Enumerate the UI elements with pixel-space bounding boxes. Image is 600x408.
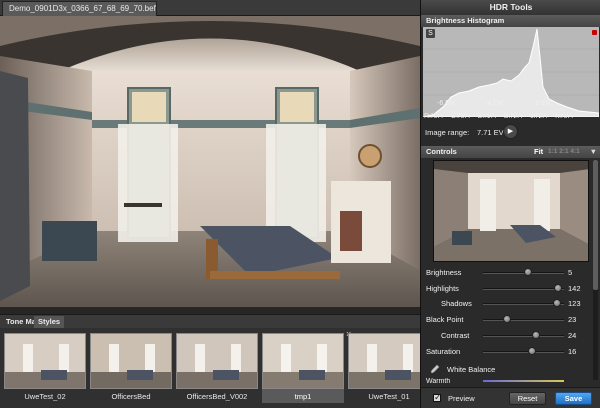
slider-value[interactable]: 16 [568,347,576,356]
slider-track[interactable] [483,288,564,290]
slider-knob[interactable] [552,299,561,307]
bottom-tab-bar: Tone Map Styles [0,314,420,328]
slider-label: Saturation [426,347,461,356]
histogram-title: Brightness Histogram [426,16,505,25]
slider-label: Highlights [426,284,459,293]
slider-label: Brightness [426,268,462,277]
reset-button[interactable]: Reset [509,392,546,405]
slider-saturation: Saturation 16 [421,345,600,361]
thumbnail-label: UweTest_01 [368,392,410,401]
fit-zoom-button[interactable]: Fit [534,146,543,158]
image-range-label: Image range: [425,128,470,137]
slider-track[interactable] [483,319,564,321]
slider-value[interactable]: 5 [568,268,572,277]
preview-label: Preview [448,394,475,403]
slider-black-point: Black Point 23 [421,313,600,329]
controls-header[interactable]: Controls Fit 1:1 2:1 4:1 ▼ [421,146,600,158]
readout-h: h:N/A [555,113,573,120]
slider-label: Warmth [426,378,451,385]
style-thumbnail[interactable]: UweTest_02 [4,333,86,403]
style-thumbnail[interactable]: OfficersBed_V002 [176,333,258,403]
slider-track[interactable] [483,335,564,337]
thumbnail-label: OfficersBed [111,392,151,401]
preview-image [434,161,588,261]
play-button[interactable]: ▶ [503,124,518,139]
document-tab-bar: Demo_0901D3x_0366_67_68_69_70.bef [0,0,420,16]
histogram-header[interactable]: Brightness Histogram [421,15,600,27]
thumbnail-label: tmp1 [294,392,312,401]
thumbnail-image [4,333,86,389]
ev-label: -2 EV [533,100,551,107]
white-balance-label: White Balance [447,365,496,374]
slider-value[interactable]: 23 [568,315,576,324]
slider-track[interactable] [483,351,564,353]
panel-footer: Preview Reset Save [421,387,600,408]
readout-c: c:N/A [530,113,548,120]
chevron-down-icon[interactable]: ▼ [590,146,597,158]
thumbnail-image [90,333,172,389]
slider-track[interactable] [483,303,564,305]
slider-brightness: Brightness 5 [421,266,600,282]
slider-label: Black Point [426,315,464,324]
zoom-options[interactable]: 1:1 2:1 4:1 [548,146,580,158]
clipping-indicator [592,30,597,35]
slider-knob[interactable] [503,315,512,323]
room-photo [0,16,420,307]
warmth-track[interactable] [483,380,564,382]
save-button[interactable]: Save [555,392,592,405]
slider-knob[interactable] [528,347,537,355]
readout-b: B:N/A [477,113,496,120]
histogram-source-badge[interactable]: S [426,29,435,38]
ev-label: -6 EV [437,100,455,107]
ev-label: -4 EV [485,100,503,107]
styles-strip: × UweTest_02 OfficersBed OfficersBed_V00… [0,328,420,408]
image-canvas[interactable] [0,16,420,307]
thumbnail-label: OfficersBed_V002 [186,392,248,401]
preview-checkbox[interactable] [433,392,442,403]
readout-g: G:N/A [450,113,470,120]
style-thumbnail[interactable]: OfficersBed [90,333,172,403]
slider-shadows: Shadows 123 [421,297,600,313]
controls-title: Controls [426,147,457,156]
slider-knob[interactable] [532,331,541,339]
slider-contrast: Contrast 24 [421,329,600,345]
navigator-preview[interactable] [433,160,589,262]
readout-r: R:N/A [424,113,443,120]
slider-value[interactable]: 142 [568,284,581,293]
thumbnail-label: UweTest_02 [24,392,66,401]
white-balance-row[interactable]: White Balance [421,362,600,376]
thumbnail-image [348,333,420,389]
app-window: Demo_0901D3x_0366_67_68_69_70.bef Tone M… [0,0,600,408]
slider-value[interactable]: 123 [568,299,581,308]
tab-styles[interactable]: Styles [34,316,65,328]
pixel-readout: R:N/A G:N/A B:N/A B:N/A c:N/A h:N/A [424,113,600,120]
hdr-tools-panel: HDR Tools Brightness Histogram S -6 EV -… [420,0,600,408]
slider-value[interactable]: 24 [568,331,576,340]
readout-b2: B:N/A [503,113,523,120]
style-thumbnail[interactable]: UweTest_01 [348,333,420,403]
slider-warmth: Warmth [421,378,600,386]
image-range-value: 7.71 EV [477,128,504,137]
slider-knob[interactable] [523,268,532,276]
eyedropper-icon[interactable] [430,364,440,376]
slider-highlights: Highlights 142 [421,282,600,298]
thumbnail-image [262,333,344,389]
slider-knob[interactable] [554,284,563,292]
panel-title: HDR Tools [421,0,600,15]
style-thumbnail-selected[interactable]: tmp1 [262,333,344,403]
document-tab[interactable]: Demo_0901D3x_0366_67_68_69_70.bef [2,1,157,16]
thumbnail-image [176,333,258,389]
